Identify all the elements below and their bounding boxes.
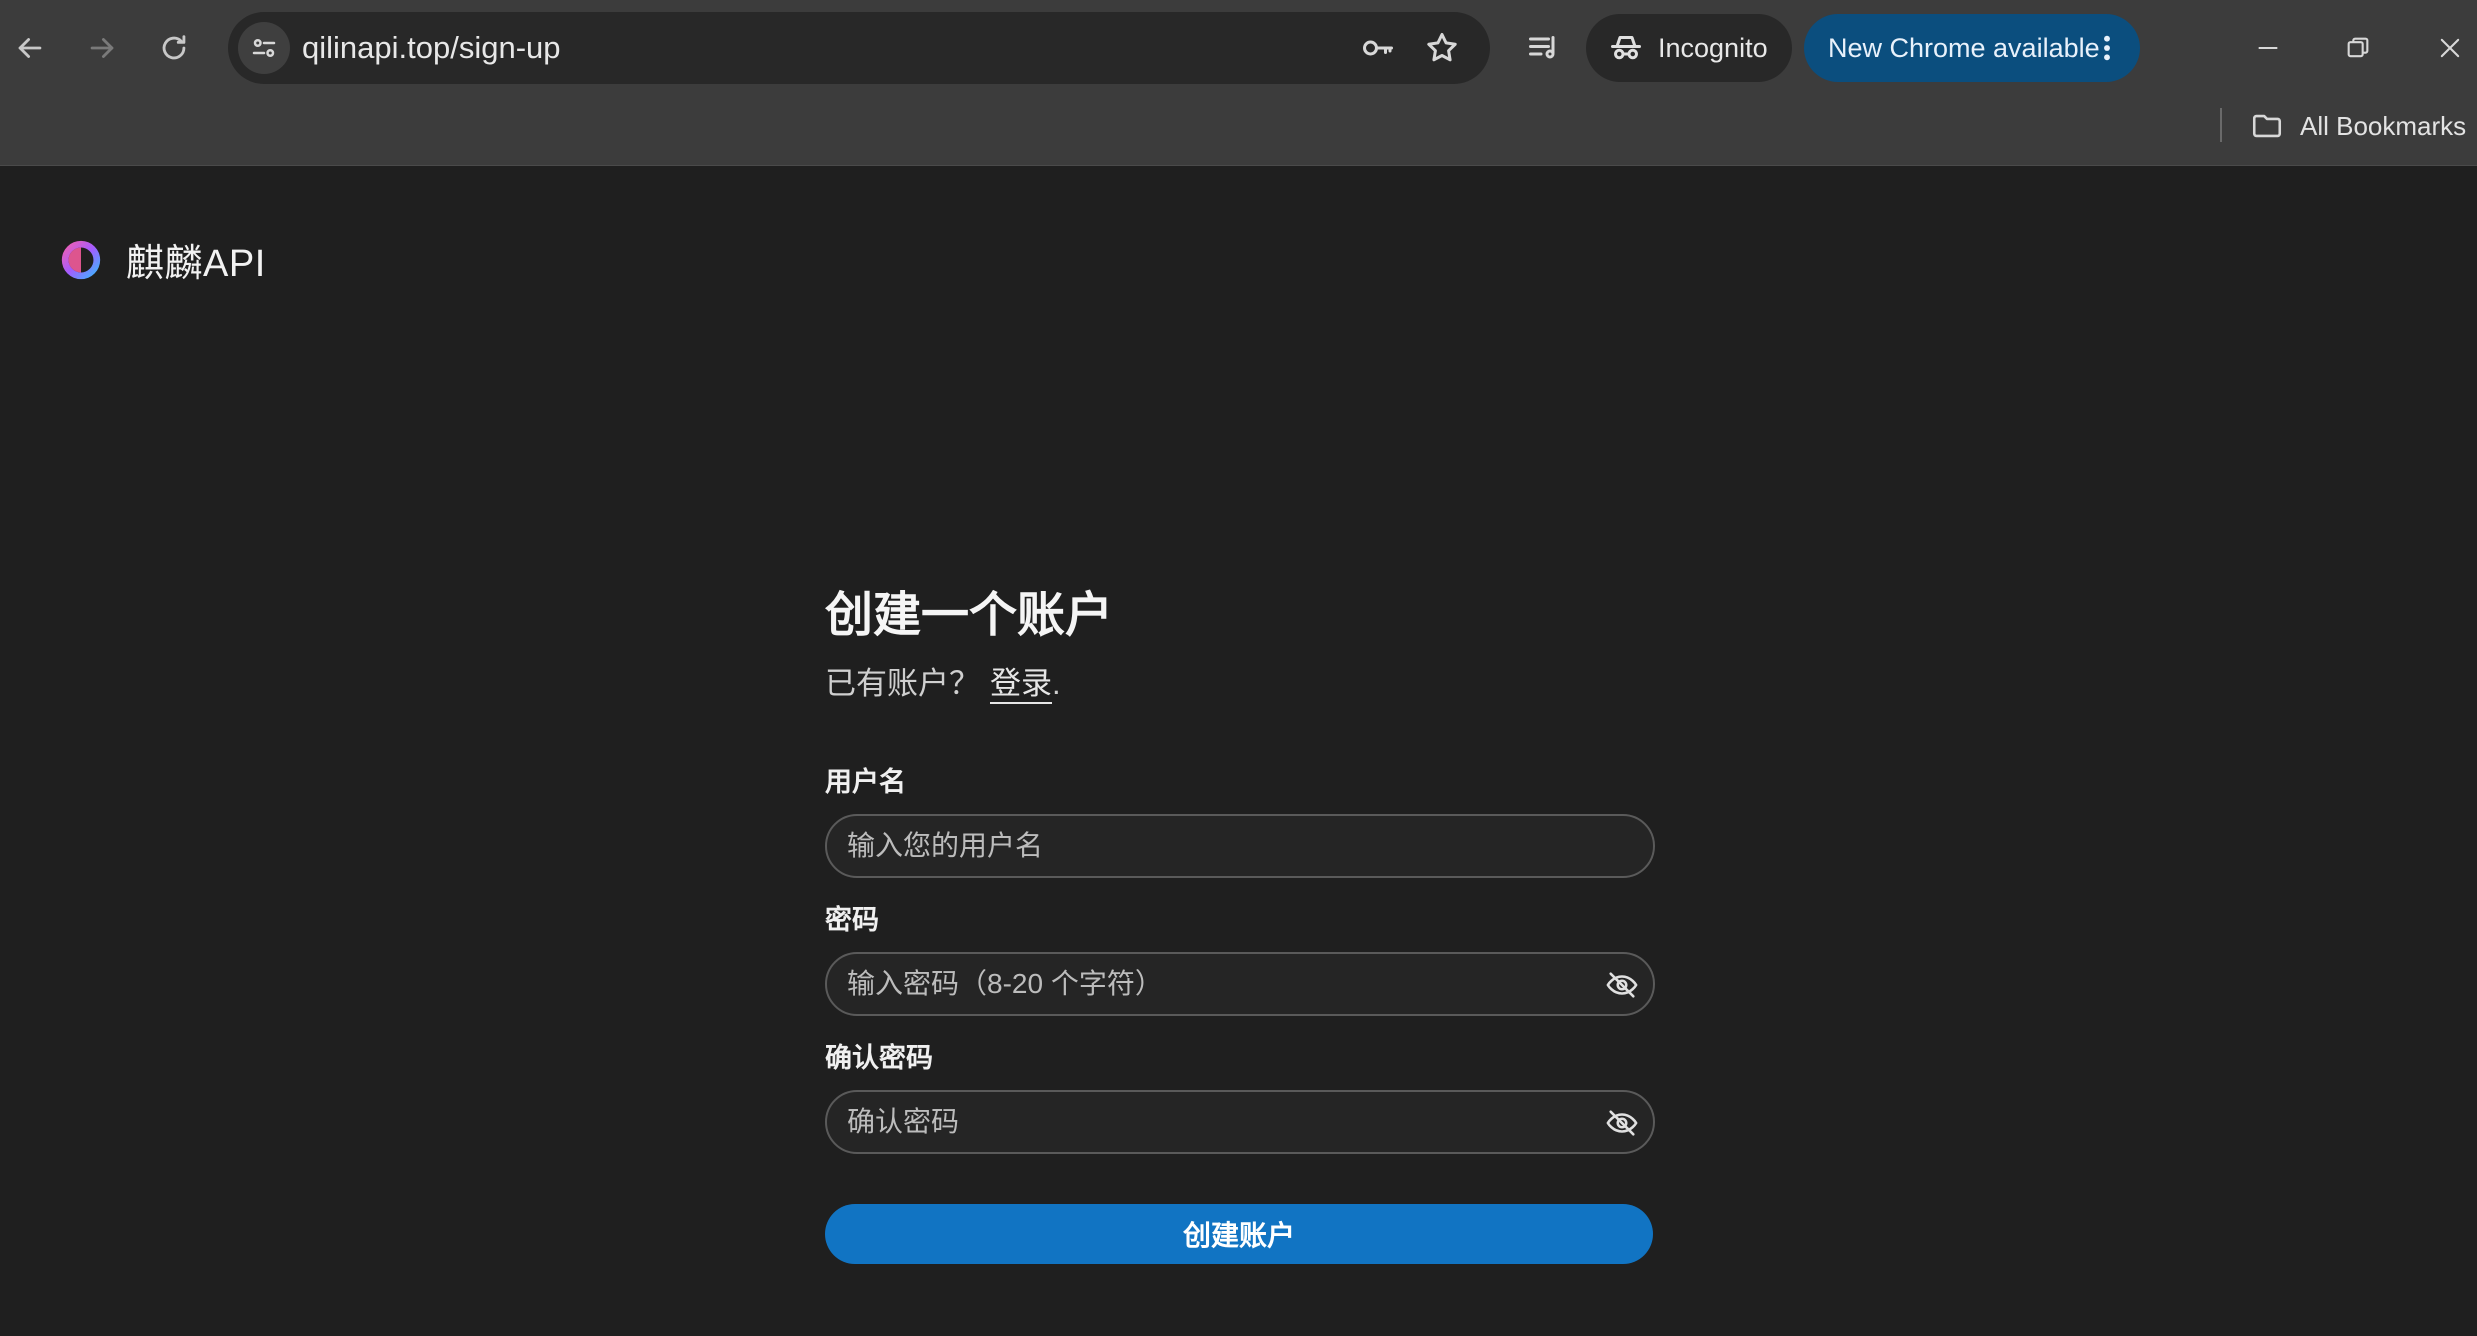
chrome-update-button[interactable]: New Chrome available [1804, 14, 2140, 82]
bookmark-star-button[interactable] [1422, 28, 1462, 68]
bookmarks-separator [2220, 108, 2222, 142]
password-input[interactable] [827, 954, 1653, 1014]
key-icon [1363, 40, 1393, 56]
incognito-icon [1611, 36, 1641, 60]
browser-chrome: qilinapi.top/sign-up Incognito New Chrom… [0, 0, 2477, 166]
forward-button[interactable] [76, 22, 128, 74]
browser-toolbar: qilinapi.top/sign-up Incognito New Chrom… [0, 0, 2477, 96]
username-label: 用户名 [825, 767, 906, 797]
toggle-password-visibility-button[interactable] [1603, 966, 1641, 1004]
qilin-logo-icon [61, 240, 101, 279]
reload-icon [162, 35, 186, 60]
arrow-left-icon [18, 38, 42, 58]
signup-form: 创建一个账户 已有账户？ 登录. 用户名 密码 确认密码 [825, 584, 1657, 1264]
password-input-wrapper [825, 952, 1655, 1016]
incognito-indicator[interactable]: Incognito [1586, 14, 1792, 82]
incognito-label: Incognito [1658, 32, 1768, 63]
username-input[interactable] [827, 816, 1653, 876]
login-prompt-text: 已有账户？ [825, 666, 980, 701]
site-info-button[interactable] [238, 22, 290, 74]
star-icon [1427, 33, 1457, 62]
confirm-password-input[interactable] [827, 1092, 1653, 1152]
all-bookmarks-label: All Bookmarks [2300, 110, 2467, 141]
toggle-confirm-visibility-button[interactable] [1603, 1104, 1641, 1142]
confirm-password-label: 确认密码 [825, 1043, 933, 1073]
password-manager-button[interactable] [1358, 28, 1398, 68]
back-button[interactable] [4, 22, 56, 74]
tune-icon [252, 39, 276, 58]
confirm-password-input-wrapper [825, 1090, 1655, 1154]
username-input-wrapper [825, 814, 1655, 878]
folder-icon [2252, 114, 2282, 138]
brand-home-link[interactable]: 麒麟API [58, 232, 266, 287]
media-controls-button[interactable] [1518, 22, 1570, 74]
eye-off-icon [1606, 972, 1638, 998]
playlist-icon [1529, 36, 1555, 59]
restore-button[interactable] [2330, 20, 2386, 76]
address-bar[interactable]: qilinapi.top/sign-up [228, 12, 1490, 84]
confirm-password-group: 确认密码 [825, 1038, 1657, 1154]
close-icon [2440, 38, 2460, 58]
create-account-button[interactable]: 创建账户 [825, 1204, 1653, 1264]
page-content: 麒麟API 创建一个账户 已有账户？ 登录. 用户名 密码 确认密码 [0, 166, 2477, 1336]
page-title: 创建一个账户 [825, 589, 1114, 642]
login-link[interactable]: 登录 [990, 666, 1052, 701]
password-group: 密码 [825, 900, 1657, 1016]
kebab-menu-icon [2104, 35, 2110, 61]
reload-button[interactable] [148, 22, 200, 74]
login-prompt: 已有账户？ 登录. [825, 662, 1657, 706]
bookmarks-bar: All Bookmarks [0, 96, 2477, 166]
close-window-button[interactable] [2422, 20, 2477, 76]
username-group: 用户名 [825, 762, 1657, 878]
eye-off-icon [1606, 1110, 1638, 1136]
minimize-icon [2258, 46, 2278, 50]
login-prompt-suffix: . [1052, 666, 1061, 701]
password-label: 密码 [825, 905, 879, 935]
minimize-button[interactable] [2240, 20, 2296, 76]
arrow-right-icon [90, 38, 114, 58]
restore-icon [2347, 37, 2369, 58]
all-bookmarks-button[interactable]: All Bookmarks [2250, 102, 2466, 150]
url-text[interactable]: qilinapi.top/sign-up [302, 12, 561, 84]
update-label: New Chrome available [1828, 32, 2100, 63]
brand-name: 麒麟API [126, 243, 266, 285]
